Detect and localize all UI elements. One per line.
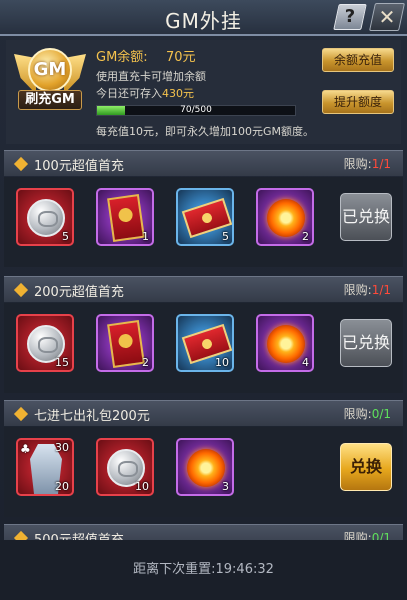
limit-value: 0/1 — [371, 407, 391, 421]
reset-time: 19:46:32 — [215, 562, 274, 577]
reward-item[interactable]: 3 — [176, 438, 234, 496]
fire-orb-icon — [187, 449, 225, 487]
balance-value: 70元 — [166, 50, 196, 65]
item-count: 5 — [222, 230, 229, 243]
gm-recharge-label[interactable]: 刷充GM — [18, 90, 82, 110]
hint-text: 使用直充卡可增加余额 — [96, 70, 206, 83]
red-envelope-icon — [107, 319, 145, 369]
daily-limit-prefix: 今日还可存入 — [96, 87, 162, 100]
redeem-button[interactable]: 兑换 — [340, 443, 392, 491]
reward-item[interactable]: 10 — [176, 314, 234, 372]
redeemed-button[interactable]: 已兑换 — [340, 193, 392, 241]
limit-label: 限购: — [343, 157, 372, 171]
item-count: 10 — [135, 480, 149, 493]
purchase-limit: 限购:1/1 — [344, 281, 391, 298]
reset-timer: 距离下次重置:19:46:32 — [0, 558, 407, 577]
reward-item[interactable]: 15 — [16, 314, 74, 372]
reward-item[interactable]: 4 — [256, 314, 314, 372]
limit-value: 1/1 — [371, 283, 391, 297]
pack-header: 100元超值首充 限购:1/1 — [4, 150, 403, 176]
item-count: 4 — [302, 356, 309, 369]
reward-item[interactable]: 2 — [256, 188, 314, 246]
reward-item[interactable]: 1 — [96, 188, 154, 246]
reward-item[interactable]: 5 — [16, 188, 74, 246]
limit-value: 1/1 — [371, 157, 391, 171]
quota-hint-text: 每充值10元，即可永久增加100元GM额度。 — [96, 125, 315, 138]
item-count: 20 — [55, 480, 69, 493]
help-button[interactable]: ? — [333, 4, 367, 30]
pack-header: 200元超值首充 限购:1/1 — [4, 276, 403, 302]
deposit-progress-bar: 70/500 — [96, 105, 296, 116]
diamond-icon — [13, 282, 29, 298]
pack-items: 5 1 5 2 已兑换 — [4, 177, 403, 267]
close-button[interactable]: ✕ — [369, 3, 405, 31]
item-count: 2 — [302, 230, 309, 243]
item-count: 5 — [62, 230, 69, 243]
balance-info-panel: GM 刷充GM GM余额: 70元 使用直充卡可增加余额 今日还可存入430元 … — [6, 40, 401, 144]
pack-name: 七进七出礼包200元 — [34, 409, 150, 424]
item-count: 2 — [142, 356, 149, 369]
pack-name: 100元超值首充 — [34, 159, 124, 174]
silver-coin-icon — [27, 199, 65, 237]
reward-item[interactable]: 2 — [96, 314, 154, 372]
gm-coin-icon: GM — [28, 48, 72, 92]
raise-quota-button[interactable]: 提升额度 — [322, 90, 394, 114]
red-envelope-icon — [107, 193, 145, 243]
item-count: 10 — [215, 356, 229, 369]
item-count: 1 — [142, 230, 149, 243]
reward-item[interactable]: 10 — [96, 438, 154, 496]
fire-orb-icon — [267, 199, 305, 237]
pack-items: ♣ 30 20 10 3 兑换 — [4, 427, 403, 517]
item-count: 15 — [55, 356, 69, 369]
club-icon: ♣ — [20, 442, 31, 456]
diamond-icon — [13, 156, 29, 172]
daily-limit-text: 今日还可存入430元 — [96, 85, 194, 101]
header-bar: GM外挂 ? ✕ — [0, 0, 407, 36]
pack-header: 七进七出礼包200元 限购:0/1 — [4, 400, 403, 426]
diamond-icon — [13, 406, 29, 422]
item-level: 30 — [55, 441, 69, 454]
progress-text: 70/500 — [180, 105, 212, 115]
purchase-limit: 限购:0/1 — [344, 405, 391, 422]
balance-recharge-button[interactable]: 余额充值 — [322, 48, 394, 72]
fire-orb-icon — [267, 325, 305, 363]
limit-label: 限购: — [343, 283, 372, 297]
reward-item[interactable]: ♣ 30 20 — [16, 438, 74, 496]
balance-label: GM余额: — [96, 50, 148, 65]
badge-text: GM — [33, 59, 67, 80]
reward-item[interactable]: 5 — [176, 188, 234, 246]
purchase-limit: 限购:1/1 — [344, 155, 391, 172]
pack-name: 200元超值首充 — [34, 285, 124, 300]
item-count: 3 — [222, 480, 229, 493]
gm-panel: GM外挂 ? ✕ GM 刷充GM GM余额: 70元 使用直充卡可增加余额 今日… — [0, 0, 407, 600]
redeemed-button[interactable]: 已兑换 — [340, 319, 392, 367]
limit-label: 限购: — [343, 407, 372, 421]
daily-limit-value: 430元 — [162, 87, 194, 100]
reset-label: 距离下次重置: — [133, 562, 216, 577]
pack-items: 15 2 10 4 已兑换 — [4, 303, 403, 393]
help-icon: ? — [344, 6, 356, 27]
close-icon: ✕ — [378, 5, 396, 29]
